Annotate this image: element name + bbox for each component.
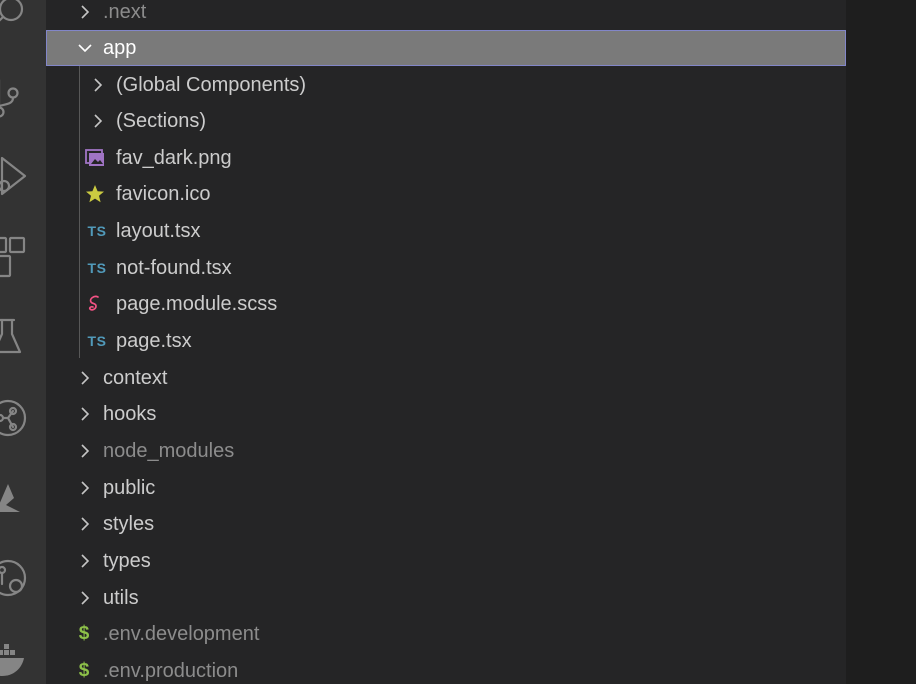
tree-row-folder-app[interactable]: app	[46, 30, 846, 66]
env-dollar-icon: $	[78, 623, 90, 644]
tree-row-label: .env.production	[103, 660, 239, 682]
tree-row-label: fav_dark.png	[116, 147, 232, 169]
tree-row-label: types	[103, 550, 151, 572]
tree-row-file-layout[interactable]: TS layout.tsx	[46, 213, 846, 249]
tree-row-file-page[interactable]: TS page.tsx	[46, 323, 846, 359]
remote-explorer-icon[interactable]	[0, 559, 27, 597]
chevron-right-icon	[81, 591, 90, 605]
chevron-down-icon	[78, 44, 92, 53]
tree-row-label: .next	[103, 1, 147, 23]
tree-row-label: app	[103, 37, 137, 59]
tree-row-folder-styles[interactable]: styles	[46, 506, 846, 542]
typescript-icon: TS	[87, 260, 107, 276]
testing-icon[interactable]	[0, 318, 22, 354]
tree-row-label: layout.tsx	[116, 220, 201, 242]
image-file-icon	[85, 148, 105, 168]
env-dollar-icon: $	[78, 660, 90, 681]
search-icon[interactable]	[0, 0, 24, 24]
explorer-tree: .next app (Global Components) (Sections)…	[46, 0, 846, 684]
typescript-icon: TS	[87, 223, 107, 239]
run-debug-icon[interactable]	[0, 156, 27, 196]
tree-row-label: page.module.scss	[116, 293, 278, 315]
chevron-right-icon	[81, 554, 90, 568]
extensions-icon[interactable]	[0, 236, 26, 278]
tree-row-label: not-found.tsx	[116, 257, 232, 279]
tree-row-folder-utils[interactable]: utils	[46, 580, 846, 616]
tree-row-label: context	[103, 367, 168, 389]
tree-row-label: public	[103, 477, 156, 499]
tree-row-folder-node-modules[interactable]: node_modules	[46, 433, 846, 469]
tree-row-file-fav-dark[interactable]: fav_dark.png	[46, 140, 846, 176]
azure-icon[interactable]	[0, 484, 20, 512]
tree-row-file-favicon[interactable]: favicon.ico	[46, 176, 846, 212]
tree-row-label: styles	[103, 513, 155, 535]
chevron-right-icon	[81, 481, 90, 495]
tree-row-label: (Sections)	[116, 110, 207, 132]
chevron-right-icon	[94, 78, 103, 92]
editor-area	[846, 0, 916, 684]
tree-row-label: .env.development	[103, 623, 260, 645]
tree-row-folder-types[interactable]: types	[46, 543, 846, 579]
tree-row-label: (Global Components)	[116, 74, 307, 96]
chevron-right-icon	[81, 5, 90, 19]
tree-row-label: utils	[103, 587, 139, 609]
source-control-icon[interactable]	[0, 79, 19, 118]
tree-row-file-not-found[interactable]: TS not-found.tsx	[46, 250, 846, 286]
tree-row-folder-context[interactable]: context	[46, 360, 846, 396]
tree-row-folder-sections[interactable]: (Sections)	[46, 103, 846, 139]
chevron-right-icon	[81, 407, 90, 421]
typescript-icon: TS	[87, 333, 107, 349]
chevron-right-icon	[94, 114, 103, 128]
tree-row-folder-hooks[interactable]: hooks	[46, 396, 846, 432]
tree-row-label: page.tsx	[116, 330, 192, 352]
tree-row-file-env-development[interactable]: $ .env.development	[46, 616, 846, 652]
chevron-right-icon	[81, 444, 90, 458]
chevron-right-icon	[81, 371, 90, 385]
chevron-right-icon	[81, 517, 90, 531]
git-graph-icon[interactable]	[0, 399, 27, 437]
tree-row-label: favicon.ico	[116, 183, 211, 205]
tree-row-file-page-module-scss[interactable]: page.module.scss	[46, 286, 846, 322]
sass-icon	[85, 294, 105, 314]
tree-row-file-env-production[interactable]: $ .env.production	[46, 653, 846, 684]
tree-row-folder-next[interactable]: .next	[46, 0, 846, 30]
tree-row-folder-public[interactable]: public	[46, 470, 846, 506]
docker-icon[interactable]	[0, 644, 24, 676]
tree-row-label: hooks	[103, 403, 157, 425]
star-icon	[85, 184, 105, 204]
tree-row-folder-global-components[interactable]: (Global Components)	[46, 67, 846, 103]
tree-row-label: node_modules	[103, 440, 235, 462]
activity-bar	[0, 0, 46, 684]
